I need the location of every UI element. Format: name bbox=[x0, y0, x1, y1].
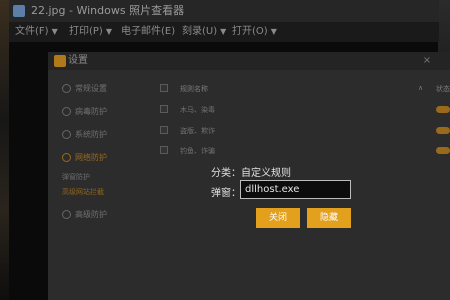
popup-process-input[interactable] bbox=[240, 180, 351, 199]
rule-category-text: 分类：自定义规则 bbox=[211, 168, 291, 179]
close-button[interactable]: 关闭 bbox=[256, 208, 300, 228]
hide-button[interactable]: 隐藏 bbox=[307, 208, 351, 228]
popup-field-label: 弹窗： bbox=[211, 188, 241, 199]
popup-rule-panel: 分类：自定义规则 弹窗： 关闭 隐藏 bbox=[0, 0, 450, 300]
